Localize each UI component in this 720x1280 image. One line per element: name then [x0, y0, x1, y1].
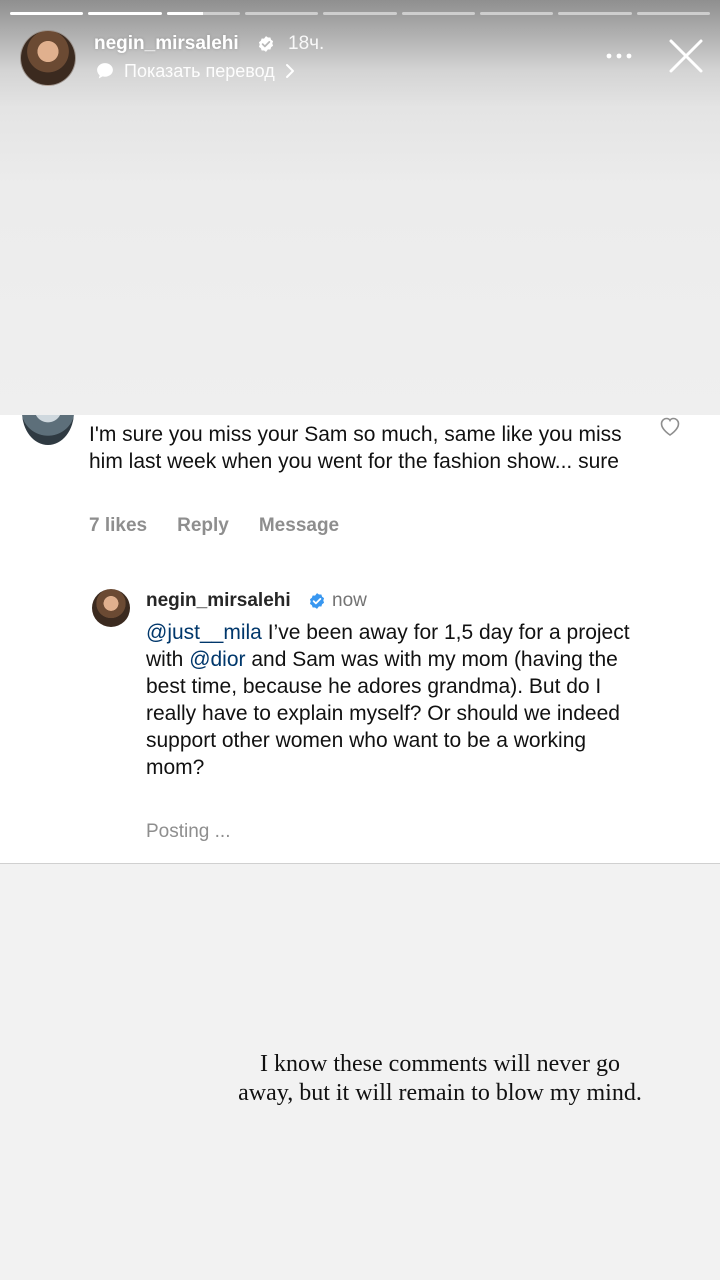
- story-progress-segment: [323, 12, 397, 15]
- story-progress-segment: [479, 12, 554, 15]
- reply-text: @just__mila I’ve been away for 1,5 day f…: [146, 619, 646, 781]
- story-progress-segment: [244, 12, 319, 15]
- story-progress-segment: [636, 12, 710, 15]
- reply-avatar: [92, 589, 130, 627]
- story-progress-segment: [558, 12, 632, 15]
- chevron-right-icon: [285, 64, 294, 78]
- story-progress-fill: [10, 12, 84, 15]
- story-progress-segment: [88, 12, 162, 15]
- story-progress-fill: [166, 12, 204, 15]
- comment-message-link: Message: [258, 515, 340, 536]
- reply-mention-user: @just__mila: [146, 621, 262, 644]
- story-progress-bars: [10, 12, 710, 16]
- verified-badge-icon: [309, 593, 325, 609]
- more-dots-icon[interactable]: [603, 46, 635, 66]
- close-icon[interactable]: [666, 36, 706, 76]
- story-progress-segment: [401, 12, 475, 15]
- story-avatar[interactable]: [20, 30, 76, 86]
- story-progress-segment: [166, 12, 240, 15]
- comment-thread-screenshot: I'm sure you miss your Sam so much, same…: [0, 415, 720, 864]
- translate-icon: [97, 63, 113, 79]
- story-progress-segment: [10, 12, 84, 15]
- reply-username: negin_mirsalehi: [146, 590, 291, 611]
- story-time: 18ч.: [288, 33, 325, 54]
- comment-likes: 7 likes: [89, 515, 148, 536]
- comment-actions: 7 likes Reply Message: [89, 515, 339, 537]
- comment-text: I'm sure you miss your Sam so much, same…: [89, 423, 622, 473]
- reply-mention-brand: @dior: [189, 648, 246, 671]
- story-caption: I know these comments will never go away…: [238, 1051, 642, 1106]
- story-username[interactable]: negin_mirsalehi: [94, 33, 239, 55]
- story-progress-fill: [88, 12, 162, 15]
- posting-status: Posting ...: [146, 821, 231, 842]
- show-translation-button[interactable]: Показать перевод: [95, 59, 295, 83]
- comment-reply-link: Reply: [177, 515, 229, 536]
- reply-time: now: [332, 590, 367, 611]
- show-translation-label: Показать перевод: [124, 60, 275, 81]
- heart-icon: [660, 417, 680, 436]
- verified-badge-icon: [258, 36, 274, 52]
